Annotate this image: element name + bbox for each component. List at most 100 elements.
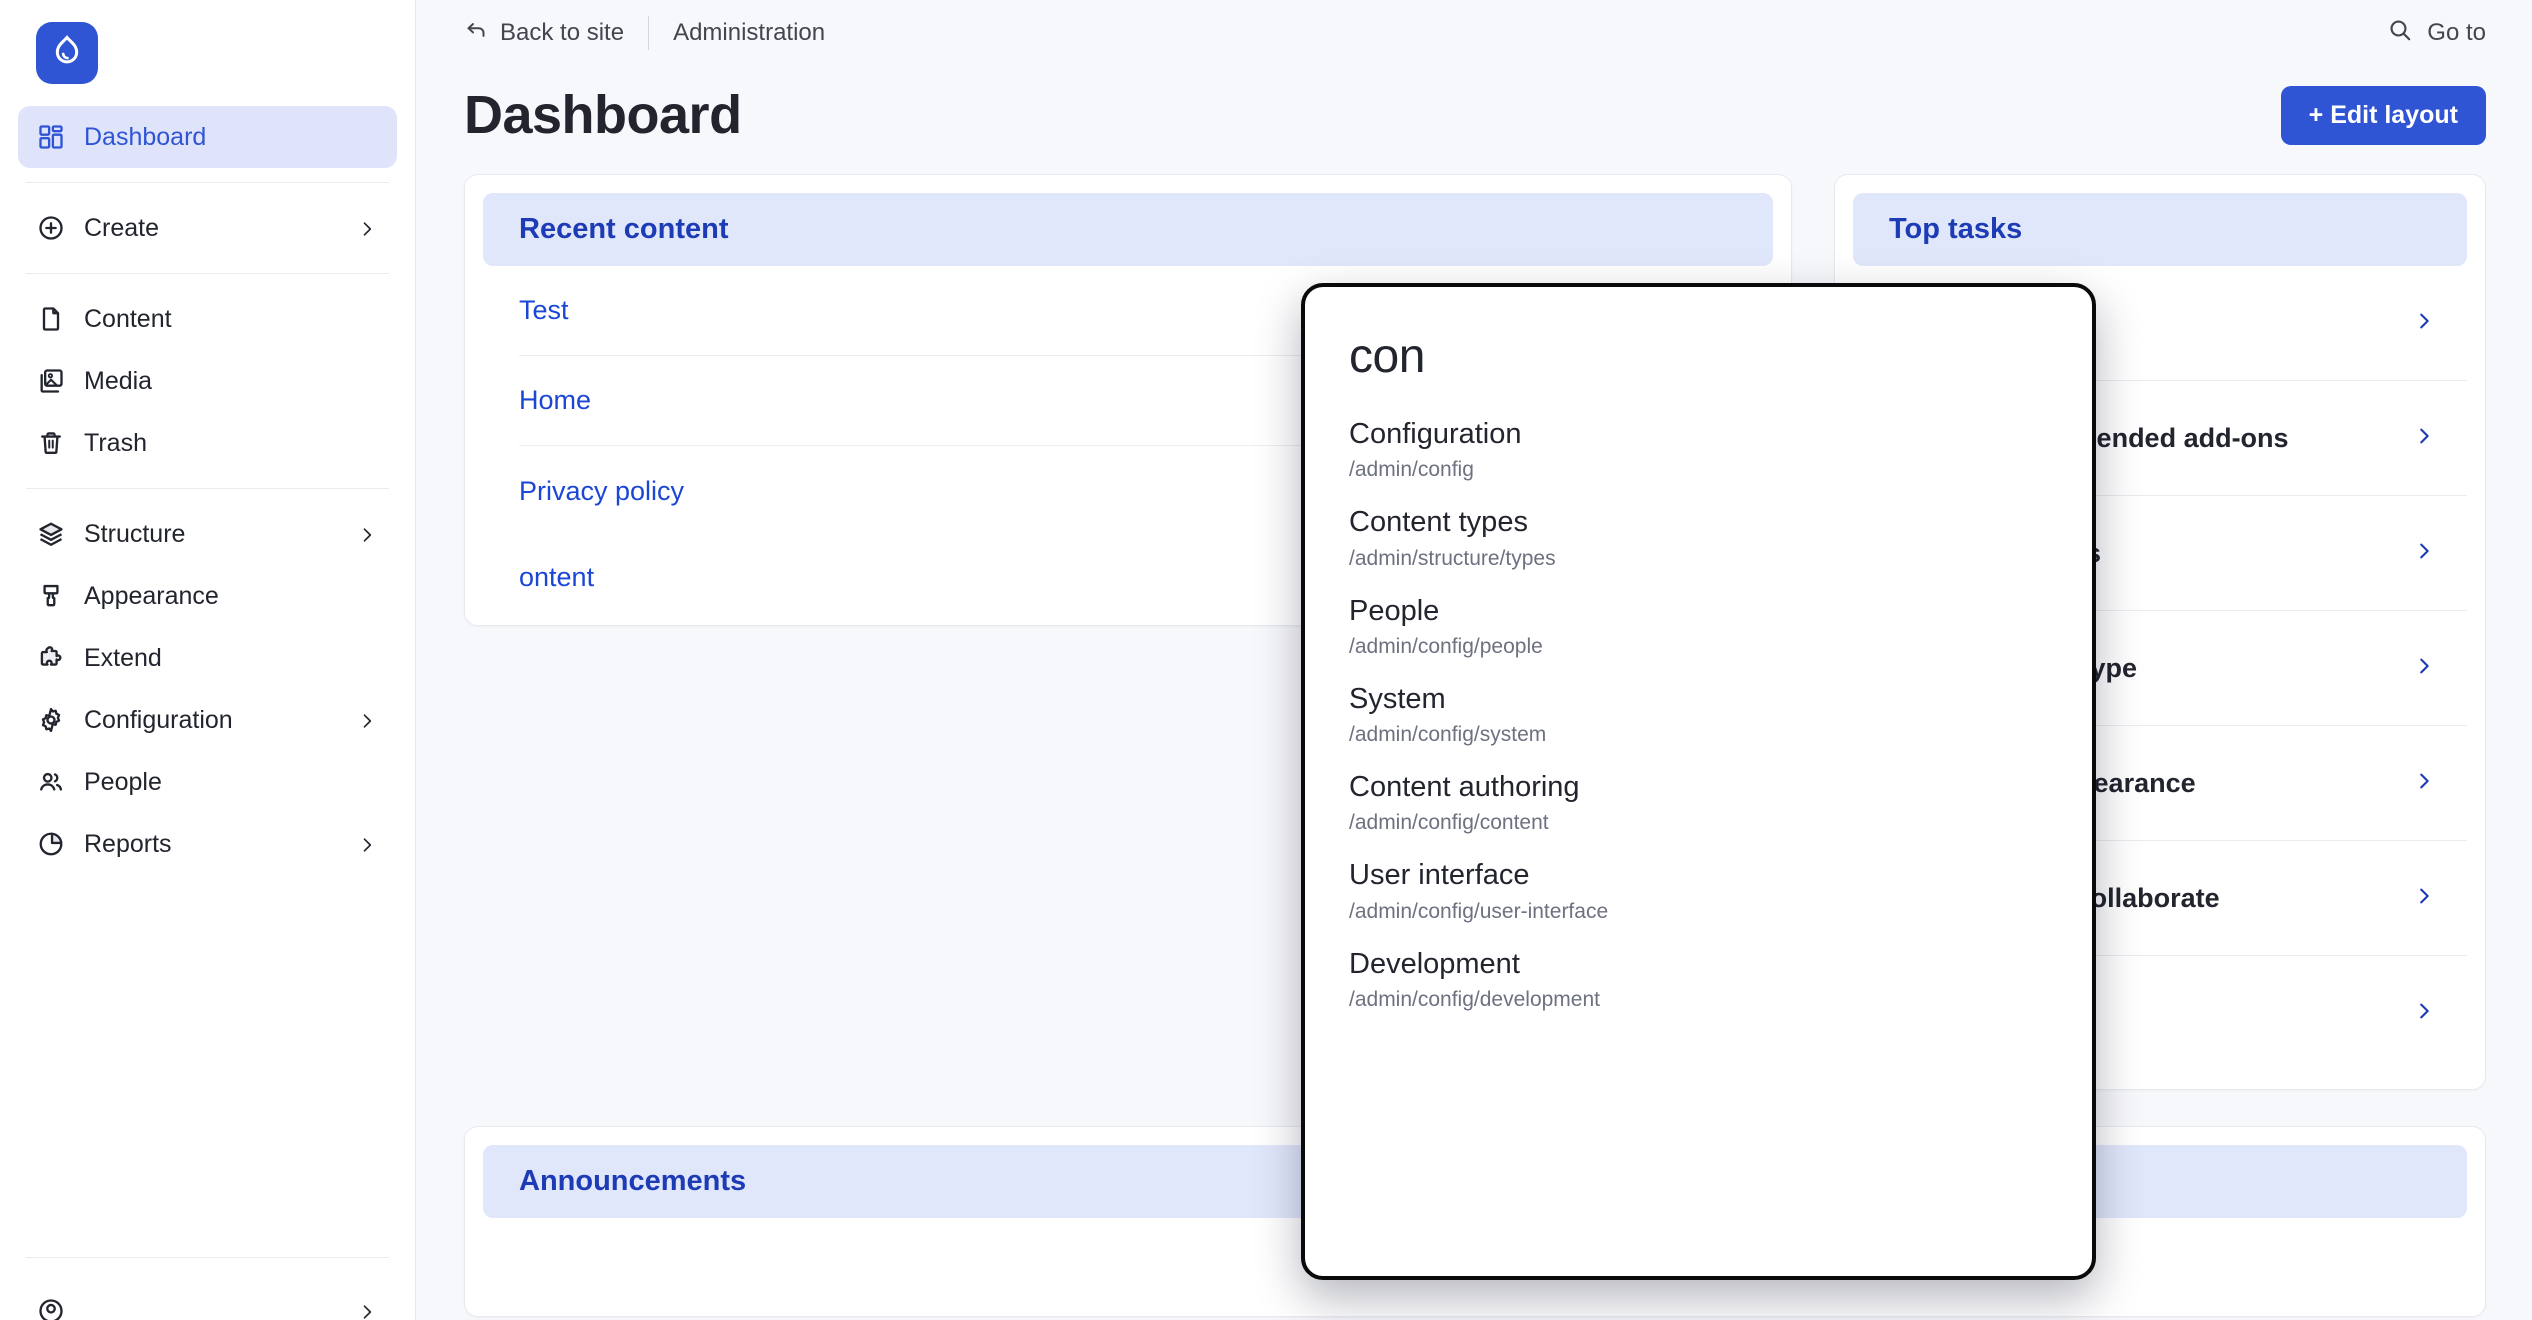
plus-circle-icon <box>36 213 66 243</box>
search-results-list: Configuration /admin/config Content type… <box>1305 394 2092 1012</box>
go-to-label: Go to <box>2427 19 2486 47</box>
logo-wrap <box>18 0 397 98</box>
sidebar-divider <box>26 182 389 183</box>
trash-icon <box>36 428 66 458</box>
search-result-item[interactable]: Content authoring /admin/config/content <box>1349 747 2048 835</box>
chevron-right-icon <box>2413 885 2435 912</box>
breadcrumb: Back to site Administration <box>464 16 825 50</box>
chevron-right-icon <box>357 709 379 731</box>
search-result-path: /admin/config/people <box>1349 635 2048 659</box>
puzzle-piece-icon <box>36 643 66 673</box>
edit-layout-button[interactable]: + Edit layout <box>2281 86 2486 145</box>
sidebar-item-label: Create <box>84 214 339 243</box>
search-result-title: Content types <box>1349 504 2048 540</box>
chevron-right-icon <box>357 523 379 545</box>
sidebar-item-trash[interactable]: Trash <box>18 412 397 474</box>
paint-brush-icon <box>36 581 66 611</box>
search-icon <box>2387 17 2413 50</box>
layers-icon <box>36 519 66 549</box>
sidebar-item-label: Appearance <box>84 582 379 611</box>
search-result-title: System <box>1349 681 2048 717</box>
sidebar-item-label: Media <box>84 367 379 396</box>
sidebar-item-media[interactable]: Media <box>18 350 397 412</box>
search-result-item[interactable]: People /admin/config/people <box>1349 571 2048 659</box>
sidebar-item-appearance[interactable]: Appearance <box>18 565 397 627</box>
search-result-item[interactable]: Development /admin/config/development <box>1349 924 2048 1012</box>
main-region: Back to site Administration Go to Dashbo… <box>416 0 2532 1320</box>
nav-group-primary: Dashboard <box>18 98 397 176</box>
nav-group-admin: Structure Appearance <box>18 495 397 883</box>
search-result-path: /admin/config/user-interface <box>1349 900 2048 924</box>
chevron-right-icon <box>2413 310 2435 337</box>
search-result-title: User interface <box>1349 857 2048 893</box>
recent-content-link[interactable]: Test <box>519 295 569 326</box>
search-result-path: /admin/config/system <box>1349 723 2048 747</box>
sidebar-item-label: Reports <box>84 830 339 859</box>
top-tasks-header: Top tasks <box>1853 193 2467 266</box>
arrow-back-icon <box>464 18 488 49</box>
search-result-item[interactable]: Content types /admin/structure/types <box>1349 482 2048 570</box>
search-result-path: /admin/config/content <box>1349 811 2048 835</box>
dashboard-grid-icon <box>36 122 66 152</box>
chevron-right-icon <box>357 1300 379 1320</box>
chevron-right-icon <box>2413 540 2435 567</box>
search-result-item[interactable]: User interface /admin/config/user-interf… <box>1349 835 2048 923</box>
all-content-link[interactable]: ontent <box>519 562 594 593</box>
top-toolbar: Back to site Administration Go to <box>416 0 2532 66</box>
search-input[interactable]: con <box>1305 287 2092 394</box>
sidebar-item-label: Dashboard <box>84 123 379 152</box>
sidebar-divider <box>26 488 389 489</box>
sidebar-item-label: People <box>84 768 379 797</box>
search-result-title: Development <box>1349 946 2048 982</box>
sidebar-item-people[interactable]: People <box>18 751 397 813</box>
page-header: Dashboard + Edit layout <box>416 66 2532 174</box>
search-result-item[interactable]: Configuration /admin/config <box>1349 394 2048 482</box>
go-to-search-button[interactable]: Go to <box>2387 17 2486 50</box>
search-result-title: People <box>1349 593 2048 629</box>
search-result-path: /admin/config <box>1349 458 2048 482</box>
sidebar-item-configuration[interactable]: Configuration <box>18 689 397 751</box>
chevron-right-icon <box>357 833 379 855</box>
chevron-right-icon <box>2413 1000 2435 1027</box>
sidebar-item-structure[interactable]: Structure <box>18 503 397 565</box>
chevron-right-icon <box>2413 655 2435 682</box>
back-to-site-link[interactable]: Back to site <box>464 18 648 49</box>
recent-content-link[interactable]: Home <box>519 385 591 416</box>
image-stack-icon <box>36 366 66 396</box>
back-to-site-label: Back to site <box>500 19 624 47</box>
sidebar-spacer <box>18 883 397 1257</box>
page-title: Dashboard <box>464 84 742 146</box>
sidebar-account-item[interactable] <box>18 1258 397 1320</box>
user-circle-icon <box>36 1296 66 1320</box>
sidebar-item-label: Content <box>84 305 379 334</box>
search-result-item[interactable]: System /admin/config/system <box>1349 659 2048 747</box>
chevron-right-icon <box>2413 770 2435 797</box>
chevron-right-icon <box>2413 425 2435 452</box>
recent-content-link[interactable]: Privacy policy <box>519 476 684 507</box>
sidebar-divider <box>26 273 389 274</box>
chevron-right-icon <box>357 217 379 239</box>
sidebar-item-dashboard[interactable]: Dashboard <box>18 106 397 168</box>
nav-group-create: Create <box>18 189 397 267</box>
sidebar-item-create[interactable]: Create <box>18 197 397 259</box>
users-icon <box>36 767 66 797</box>
administration-label: Administration <box>649 19 825 47</box>
sidebar-item-extend[interactable]: Extend <box>18 627 397 689</box>
recent-content-header: Recent content <box>483 193 1773 266</box>
sidebar-item-label: Configuration <box>84 706 339 735</box>
go-to-search-dialog[interactable]: con Configuration /admin/config Content … <box>1301 283 2096 1280</box>
nav-group-content: Content Media <box>18 280 397 482</box>
sidebar-item-account[interactable] <box>18 1280 397 1320</box>
search-result-path: /admin/structure/types <box>1349 547 2048 571</box>
app-root: Dashboard Create <box>0 0 2532 1320</box>
sidebar-item-label: Structure <box>84 520 339 549</box>
sidebar-item-content[interactable]: Content <box>18 288 397 350</box>
gear-icon <box>36 705 66 735</box>
sidebar-item-label: Extend <box>84 644 379 673</box>
pie-chart-icon <box>36 829 66 859</box>
search-result-title: Content authoring <box>1349 769 2048 805</box>
search-result-title: Configuration <box>1349 416 2048 452</box>
drupal-droplet-icon[interactable] <box>36 22 98 84</box>
sidebar-item-label: Trash <box>84 429 379 458</box>
sidebar-item-reports[interactable]: Reports <box>18 813 397 875</box>
